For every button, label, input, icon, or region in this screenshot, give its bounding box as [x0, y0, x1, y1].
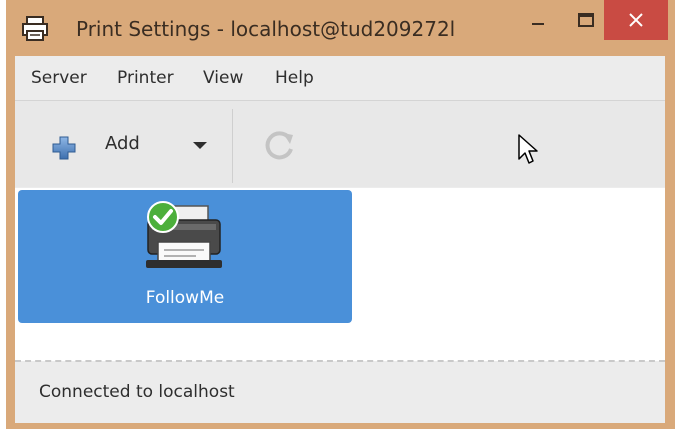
minimize-icon [532, 23, 544, 25]
window-client-area: Server Printer View Help Add FollowMe Co… [15, 56, 665, 423]
close-button[interactable] [604, 0, 668, 40]
add-button[interactable]: Add [33, 125, 209, 165]
printer-list: FollowMe [15, 188, 665, 362]
window-title: Print Settings - localhost@tud209272l [76, 17, 456, 41]
maximize-icon [578, 13, 594, 27]
toolbar-separator [232, 109, 233, 183]
status-bar: Connected to localhost [15, 362, 665, 423]
close-icon [629, 13, 643, 27]
plus-icon [52, 136, 76, 160]
printer-name: FollowMe [145, 288, 225, 308]
menu-printer[interactable]: Printer [117, 68, 174, 88]
toolbar: Add [15, 101, 665, 187]
maximize-button[interactable] [562, 0, 610, 40]
print-settings-window: Print Settings - localhost@tud209272l Se… [6, 0, 675, 429]
default-printer-check-icon [147, 201, 179, 233]
status-text: Connected to localhost [39, 382, 235, 402]
menu-server[interactable]: Server [31, 68, 87, 88]
mouse-pointer-icon [518, 134, 538, 164]
add-button-label: Add [105, 133, 140, 154]
refresh-icon[interactable] [262, 127, 298, 163]
printer-app-icon [22, 16, 48, 41]
menu-bar: Server Printer View Help [15, 56, 665, 101]
chevron-down-icon[interactable] [193, 142, 207, 149]
minimize-button[interactable] [514, 0, 562, 40]
printer-item-followme[interactable]: FollowMe [18, 190, 352, 323]
title-bar[interactable]: Print Settings - localhost@tud209272l [6, 0, 675, 56]
menu-view[interactable]: View [203, 68, 243, 88]
menu-help[interactable]: Help [275, 68, 314, 88]
